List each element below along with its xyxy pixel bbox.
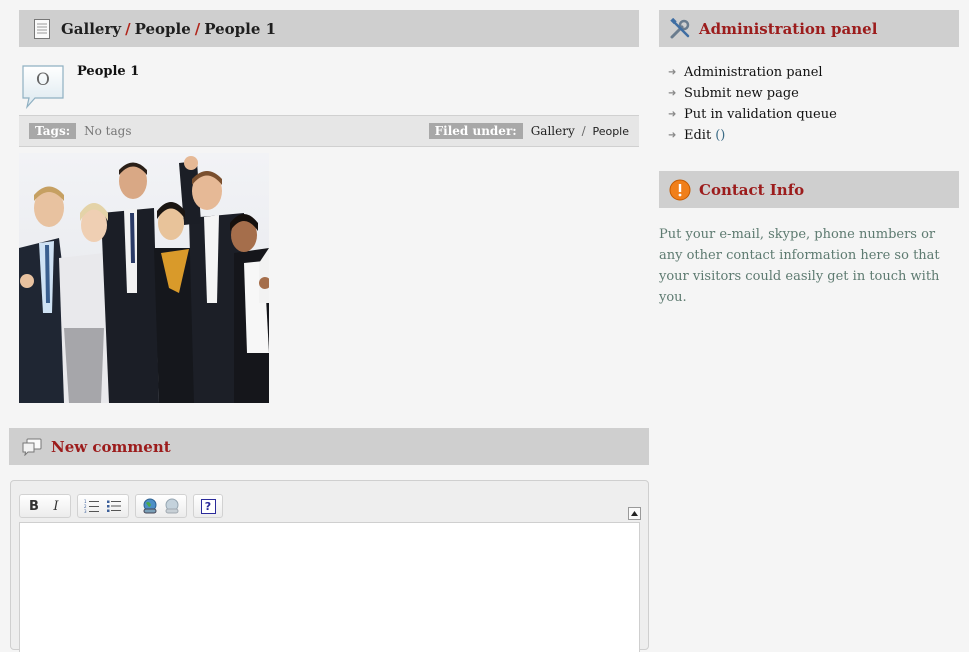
list-item: ➜ Edit () <box>668 125 958 146</box>
remove-link-button[interactable] <box>162 496 182 516</box>
new-comment-bar: New comment <box>9 428 649 465</box>
help-icon: ? <box>200 498 216 514</box>
admin-panel-title: Administration panel <box>699 19 878 38</box>
filed-separator: / <box>581 124 586 138</box>
collapse-editor-button[interactable] <box>628 506 641 520</box>
breadcrumb-bar: Gallery / People / People 1 <box>19 10 639 47</box>
admin-links: ➜ Administration panel ➜ Submit new page ➜… <box>668 62 958 146</box>
arrow-right-icon: ➜ <box>668 109 677 120</box>
avatar: O <box>21 64 67 110</box>
post-meta-bar: Tags: No tags Filed under: Gallery / Peo… <box>19 115 639 147</box>
breadcrumb-separator: / <box>194 19 201 38</box>
post-title: People 1 <box>77 64 140 79</box>
breadcrumb-current: People 1 <box>204 19 277 38</box>
tags-label: Tags: <box>29 123 77 139</box>
caret-up-icon <box>631 510 638 516</box>
link-globe-icon <box>143 498 157 514</box>
unlink-globe-icon <box>165 498 179 514</box>
filed-under-label: Filed under: <box>428 123 523 139</box>
breadcrumb-gallery[interactable]: Gallery <box>61 20 121 38</box>
filed-link-people[interactable]: People <box>592 125 629 138</box>
link-group <box>135 494 187 518</box>
filed-link-gallery[interactable]: Gallery <box>531 124 575 138</box>
breadcrumb: Gallery / People / People 1 <box>61 20 276 38</box>
insert-link-button[interactable] <box>140 496 160 516</box>
help-group: ? <box>193 494 223 518</box>
breadcrumb-people[interactable]: People <box>135 20 191 38</box>
svg-text:3: 3 <box>84 509 87 513</box>
new-comment-title: New comment <box>51 437 171 456</box>
admin-link-edit[interactable]: Edit <box>684 125 711 146</box>
arrow-right-icon: ➜ <box>668 88 677 99</box>
comment-icon <box>21 436 43 458</box>
bullet-list-button[interactable] <box>104 496 124 516</box>
bold-button[interactable]: B <box>24 496 44 516</box>
admin-link-validation[interactable]: Put in validation queue <box>684 104 837 125</box>
editor-toolbar: B I 1 2 3 ? <box>19 491 641 521</box>
tags-value: No tags <box>84 124 132 138</box>
list-item: ➜ Submit new page <box>668 83 958 104</box>
avatar-letter: O <box>36 70 50 90</box>
bullet-list-icon <box>107 500 121 512</box>
document-icon <box>31 18 53 40</box>
contact-info-title: Contact Info <box>699 180 805 199</box>
edit-suffix: () <box>715 128 726 143</box>
list-item: ➜ Administration panel <box>668 62 958 83</box>
ordered-list-icon: 1 2 3 <box>84 499 99 513</box>
filed-under-links: Gallery / People <box>531 124 629 138</box>
admin-panel-bar: Administration panel <box>659 10 959 47</box>
alert-icon <box>669 179 691 201</box>
admin-link-panel[interactable]: Administration panel <box>684 62 823 83</box>
tools-icon <box>669 17 691 40</box>
arrow-right-icon: ➜ <box>668 130 677 141</box>
help-button[interactable]: ? <box>198 496 218 516</box>
italic-button[interactable]: I <box>46 496 66 516</box>
comment-textarea[interactable] <box>19 522 640 652</box>
gallery-image[interactable] <box>19 153 269 403</box>
contact-info-bar: Contact Info <box>659 171 959 208</box>
format-group: B I <box>19 494 71 518</box>
list-item: ➜ Put in validation queue <box>668 104 958 125</box>
list-group: 1 2 3 <box>77 494 129 518</box>
arrow-right-icon: ➜ <box>668 67 677 78</box>
admin-link-submit[interactable]: Submit new page <box>684 83 799 104</box>
ordered-list-button[interactable]: 1 2 3 <box>82 496 102 516</box>
breadcrumb-separator: / <box>125 19 131 38</box>
comment-editor: B I 1 2 3 ? <box>10 480 649 652</box>
contact-info-text: Put your e-mail, skype, phone numbers or… <box>659 227 940 305</box>
